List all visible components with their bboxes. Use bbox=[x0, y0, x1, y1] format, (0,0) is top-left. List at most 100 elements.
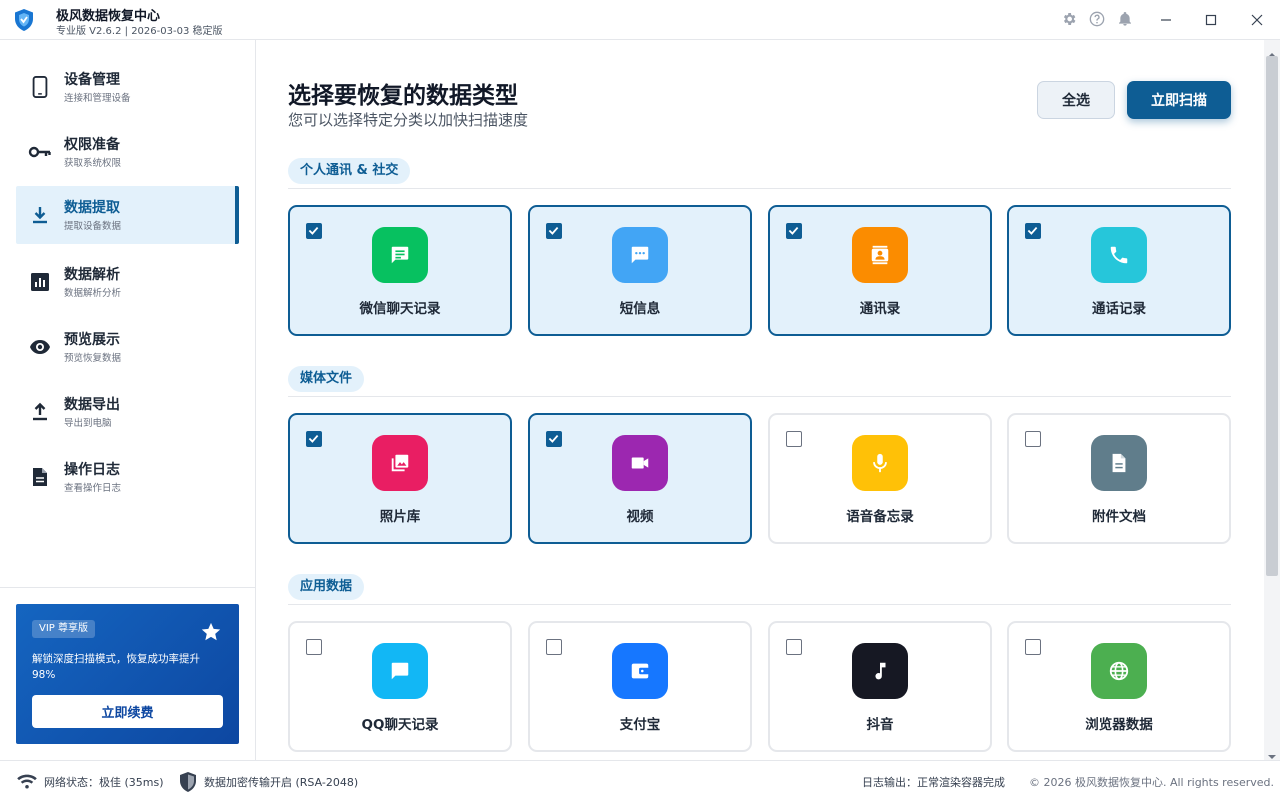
sidebar: 设备管理 连接和管理设备 权限准备 获取系统权限 数据提取 提取设备数据 数据解… bbox=[0, 40, 256, 760]
section-label-media: 媒体文件 bbox=[288, 366, 365, 392]
status-bar: 网络状态：极佳 (35ms) 数据加密传输开启 (RSA-2048) 日志输出：… bbox=[0, 760, 1280, 800]
globe-icon bbox=[1091, 643, 1147, 699]
data-type-card-voice-memo[interactable]: 语音备忘录 bbox=[768, 413, 992, 544]
data-type-card-attachments[interactable]: 附件文档 bbox=[1007, 413, 1231, 544]
card-label: 视频 bbox=[626, 509, 654, 525]
checkbox[interactable] bbox=[306, 431, 322, 447]
gear-icon[interactable] bbox=[1060, 10, 1078, 28]
sidebar-item-sublabel: 数据解析分析 bbox=[64, 288, 122, 299]
checkbox[interactable] bbox=[1025, 639, 1041, 655]
eye-icon bbox=[28, 335, 52, 359]
document-icon bbox=[28, 465, 52, 489]
card-label: 通讯录 bbox=[859, 301, 901, 317]
data-type-card-video[interactable]: 视频 bbox=[528, 413, 752, 544]
sidebar-item-label: 预览展示 bbox=[64, 332, 120, 348]
sidebar-item-sublabel: 预览恢复数据 bbox=[64, 353, 122, 364]
microphone-icon bbox=[852, 435, 908, 491]
contacts-icon bbox=[852, 227, 908, 283]
data-type-card-call-log[interactable]: 通话记录 bbox=[1007, 205, 1231, 336]
checkbox[interactable] bbox=[786, 223, 802, 239]
page-subtitle: 您可以选择特定分类以加快扫描速度 bbox=[288, 111, 529, 129]
card-label: QQ聊天记录 bbox=[361, 717, 439, 733]
file-icon bbox=[1091, 435, 1147, 491]
card-label: 照片库 bbox=[379, 509, 421, 525]
key-icon bbox=[28, 140, 52, 164]
card-label: 附件文档 bbox=[1092, 509, 1146, 525]
shield-logo-icon bbox=[12, 8, 36, 32]
maximize-button[interactable] bbox=[1196, 8, 1226, 32]
sidebar-item-operation-log[interactable]: 操作日志 查看操作日志 bbox=[16, 448, 239, 506]
data-type-card-alipay[interactable]: 支付宝 bbox=[528, 621, 752, 752]
sidebar-item-sublabel: 获取系统权限 bbox=[64, 158, 122, 169]
video-icon bbox=[612, 435, 668, 491]
scan-now-button[interactable]: 立即扫描 bbox=[1127, 81, 1231, 119]
checkbox[interactable] bbox=[1025, 223, 1041, 239]
scroll-up-arrow-icon[interactable] bbox=[1268, 44, 1276, 57]
help-icon[interactable] bbox=[1088, 10, 1106, 28]
checkbox[interactable] bbox=[786, 431, 802, 447]
card-label: 抖音 bbox=[866, 717, 894, 733]
checkbox[interactable] bbox=[306, 639, 322, 655]
data-type-card-contacts[interactable]: 通讯录 bbox=[768, 205, 992, 336]
main-scrollbar[interactable] bbox=[1264, 40, 1280, 760]
sidebar-item-label: 设备管理 bbox=[64, 72, 120, 88]
chat-icon bbox=[372, 643, 428, 699]
page-title: 选择要恢复的数据类型 bbox=[288, 83, 518, 109]
sidebar-divider bbox=[0, 587, 255, 588]
encryption-status: 数据加密传输开启 (RSA-2048) bbox=[204, 776, 359, 789]
security-shield-icon bbox=[178, 771, 198, 796]
sidebar-item-preview[interactable]: 预览展示 预览恢复数据 bbox=[16, 318, 239, 376]
section-label-app-data: 应用数据 bbox=[288, 574, 365, 600]
section-divider bbox=[288, 396, 1231, 397]
main-content: 选择要恢复的数据类型 您可以选择特定分类以加快扫描速度 全选 立即扫描 个人通讯… bbox=[256, 40, 1264, 760]
vip-badge: VIP 尊享版 bbox=[32, 620, 95, 638]
data-type-card-wechat[interactable]: 微信聊天记录 bbox=[288, 205, 512, 336]
sidebar-item-label: 操作日志 bbox=[64, 462, 120, 478]
section-divider bbox=[288, 188, 1231, 189]
sidebar-item-data-extraction[interactable]: 数据提取 提取设备数据 bbox=[16, 186, 239, 244]
checkbox[interactable] bbox=[546, 639, 562, 655]
checkbox[interactable] bbox=[546, 223, 562, 239]
download-icon bbox=[28, 203, 52, 227]
wifi-icon bbox=[16, 773, 38, 792]
sidebar-item-data-export[interactable]: 数据导出 导出到电脑 bbox=[16, 383, 239, 441]
sms-icon bbox=[612, 227, 668, 283]
sidebar-item-sublabel: 提取设备数据 bbox=[64, 221, 122, 232]
data-type-card-photos[interactable]: 照片库 bbox=[288, 413, 512, 544]
renew-button[interactable]: 立即续费 bbox=[32, 695, 223, 728]
scroll-down-arrow-icon[interactable] bbox=[1268, 746, 1276, 759]
select-all-button[interactable]: 全选 bbox=[1037, 81, 1115, 119]
scrollbar-thumb[interactable] bbox=[1266, 56, 1278, 576]
checkbox[interactable] bbox=[1025, 431, 1041, 447]
minimize-button[interactable] bbox=[1151, 8, 1181, 32]
bell-icon[interactable] bbox=[1116, 10, 1134, 28]
sidebar-item-label: 数据导出 bbox=[64, 397, 120, 413]
phone-call-icon bbox=[1091, 227, 1147, 283]
sidebar-item-sublabel: 连接和管理设备 bbox=[64, 93, 131, 104]
data-type-card-qq[interactable]: QQ聊天记录 bbox=[288, 621, 512, 752]
card-label: 通话记录 bbox=[1092, 301, 1146, 317]
network-status: 网络状态：极佳 (35ms) bbox=[44, 776, 164, 789]
phone-icon bbox=[28, 75, 52, 99]
copyright: © 2026 极风数据恢复中心. All rights reserved. bbox=[1029, 776, 1275, 789]
title-bar: 极风数据恢复中心 专业版 V2.6.2 | 2026-03-03 稳定版 bbox=[0, 0, 1280, 40]
checkbox[interactable] bbox=[546, 431, 562, 447]
sidebar-item-permissions[interactable]: 权限准备 获取系统权限 bbox=[16, 123, 239, 181]
close-button[interactable] bbox=[1242, 8, 1272, 32]
data-type-card-douyin[interactable]: 抖音 bbox=[768, 621, 992, 752]
analytics-icon bbox=[28, 270, 52, 294]
data-type-card-sms[interactable]: 短信息 bbox=[528, 205, 752, 336]
sidebar-item-device-management[interactable]: 设备管理 连接和管理设备 bbox=[16, 58, 239, 116]
card-label: 微信聊天记录 bbox=[359, 301, 441, 317]
wechat-icon bbox=[372, 227, 428, 283]
section-label-communication: 个人通讯 & 社交 bbox=[288, 158, 411, 184]
card-label: 浏览器数据 bbox=[1085, 717, 1153, 733]
sidebar-item-data-parsing[interactable]: 数据解析 数据解析分析 bbox=[16, 253, 239, 311]
photo-icon bbox=[372, 435, 428, 491]
vip-description: 解锁深度扫描模式，恢复成功率提升98% bbox=[32, 653, 200, 681]
card-label: 语音备忘录 bbox=[846, 509, 914, 525]
checkbox[interactable] bbox=[786, 639, 802, 655]
checkbox[interactable] bbox=[306, 223, 322, 239]
data-type-card-browser[interactable]: 浏览器数据 bbox=[1007, 621, 1231, 752]
sidebar-item-label: 权限准备 bbox=[64, 137, 120, 153]
